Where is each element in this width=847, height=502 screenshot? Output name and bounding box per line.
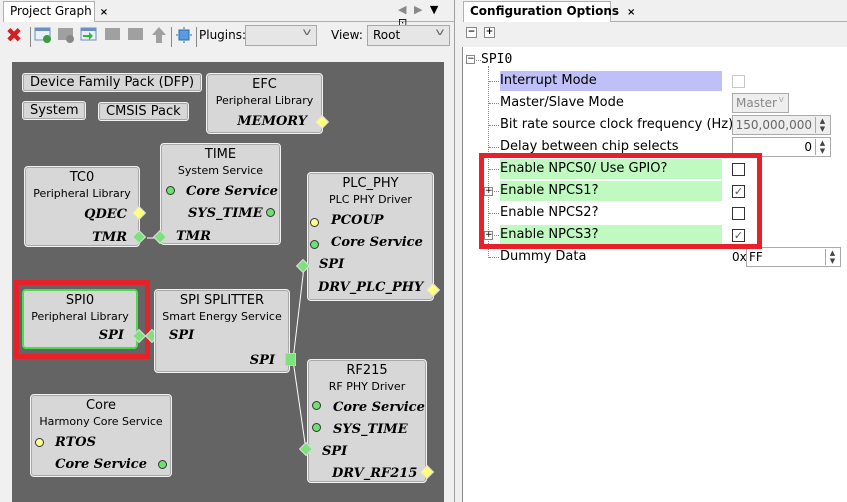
dummy-data-spinner[interactable]: FF ▲ ▼ <box>746 247 841 267</box>
pcoup-port-dot[interactable] <box>310 218 319 227</box>
expand-all-button[interactable]: + <box>484 27 495 38</box>
import-icon[interactable] <box>80 26 98 44</box>
node-spi-splitter[interactable]: SPI SPLITTER Smart Energy Service SPI SP… <box>154 289 290 373</box>
rf-core-service-port-dot[interactable] <box>312 401 321 410</box>
port-memory: MEMORY <box>237 114 307 129</box>
project-graph-canvas[interactable]: Device Family Pack (DFP) System CMSIS Pa… <box>12 62 444 502</box>
collapse-spi0-icon[interactable]: − <box>466 55 475 64</box>
splitter-rf215-connection <box>292 359 307 451</box>
project-graph-panel: Project Graph × ◀ ▶ ▼ ⊡ ✖ Plugins: v View… <box>0 0 455 502</box>
add-component-icon[interactable] <box>34 26 52 44</box>
tab-label: Configuration Options <box>470 4 620 18</box>
sys-time-port-dot[interactable] <box>266 208 275 217</box>
tree-root-spi0[interactable]: SPI0 <box>481 52 512 67</box>
disabled-icon-1[interactable] <box>104 26 122 44</box>
spinner-arrows-icon[interactable]: ▲ ▼ <box>815 139 829 155</box>
tab-project-graph[interactable]: Project Graph × <box>3 1 108 22</box>
bit-rate-spinner[interactable]: 150,000,000 ▲ ▼ <box>732 115 831 135</box>
option-bit-rate-clock: Bit rate source clock frequency (Hz) <box>500 117 734 132</box>
tab-configuration-options[interactable]: Configuration Options × <box>463 1 635 22</box>
tab-label: Project Graph <box>10 4 92 18</box>
rf-sys-time-port-dot[interactable] <box>312 423 321 432</box>
node-tc0[interactable]: TC0 Peripheral Library QDEC TMR <box>24 166 140 247</box>
view-label: View: <box>331 28 363 42</box>
disabled-icon-2[interactable] <box>127 26 145 44</box>
plc-core-service-port-dot[interactable] <box>310 240 319 249</box>
chevron-down-icon: v <box>302 27 312 38</box>
plugins-dropdown[interactable]: v <box>245 25 317 46</box>
master-slave-select[interactable]: Master v <box>732 93 789 113</box>
npcs-highlight-box <box>479 153 762 249</box>
chevron-down-icon: v <box>778 95 784 105</box>
node-efc[interactable]: EFC Peripheral Library MEMORY <box>206 73 323 134</box>
close-icon[interactable]: × <box>627 7 635 18</box>
node-rf215[interactable]: RF215 RF PHY Driver Core Service SYS_TIM… <box>307 359 427 483</box>
node-plc-phy[interactable]: PLC_PHY PLC PHY Driver PCOUP Core Servic… <box>307 172 434 301</box>
splitter-plc-connection <box>292 266 305 361</box>
delete-icon[interactable]: ✖ <box>5 23 23 47</box>
option-interrupt-mode: Interrupt Mode <box>500 71 722 91</box>
spinner-arrows-icon[interactable]: ▲ ▼ <box>815 117 829 133</box>
spinner-arrows-icon[interactable]: ▲ ▼ <box>825 249 839 265</box>
node-time[interactable]: TIME System Service Core Service SYS_TIM… <box>160 143 281 245</box>
interrupt-mode-checkbox[interactable] <box>732 75 745 88</box>
view-dropdown[interactable]: Root v <box>367 25 450 46</box>
rtos-port-dot[interactable] <box>35 438 44 447</box>
collapse-all-button[interactable]: − <box>466 27 477 38</box>
graph-toolbar: ✖ Plugins: v View: Root v <box>0 22 455 50</box>
hex-prefix: 0x <box>732 250 747 264</box>
close-icon[interactable]: × <box>100 7 108 18</box>
plugins-label: Plugins: <box>199 28 247 42</box>
splitter-spi-out-connector[interactable] <box>285 353 296 366</box>
core-service-port-dot[interactable] <box>166 186 175 195</box>
dfp-button[interactable]: Device Family Pack (DFP) <box>22 73 203 92</box>
node-core[interactable]: Core Harmony Core Service RTOS Core Serv… <box>30 394 172 477</box>
up-arrow-icon[interactable] <box>150 26 168 44</box>
spi0-highlight-box <box>14 280 150 359</box>
system-button[interactable]: System <box>22 101 87 120</box>
option-dummy-data: Dummy Data <box>500 249 587 264</box>
core-core-service-port-dot[interactable] <box>158 460 167 469</box>
cmsis-pack-button[interactable]: CMSIS Pack <box>98 102 189 121</box>
remove-component-icon[interactable] <box>57 26 75 44</box>
chevron-down-icon: v <box>435 27 445 38</box>
option-master-slave-mode: Master/Slave Mode <box>500 95 624 110</box>
fit-view-icon[interactable] <box>175 26 193 44</box>
